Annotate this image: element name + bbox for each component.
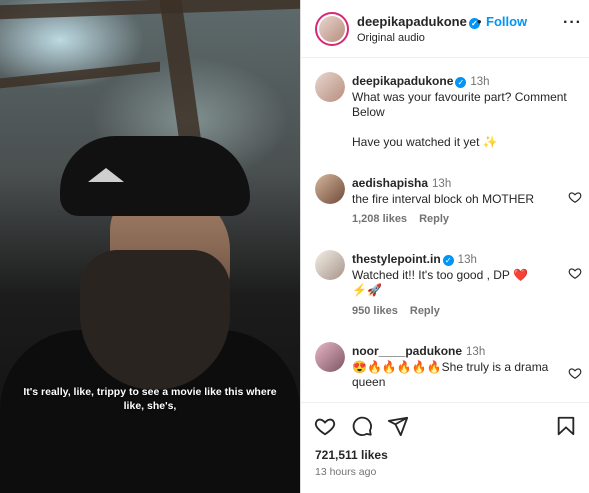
- ceiling-beam: [0, 61, 160, 89]
- post-actions: 721,511 likes 13 hours ago: [301, 402, 589, 493]
- comment-username[interactable]: aedishapisha: [352, 176, 428, 190]
- verified-icon: ✓: [455, 77, 467, 88]
- comment-body: the fire interval block oh MOTHER: [352, 192, 535, 206]
- comment-username[interactable]: thestylepoint.in: [352, 252, 441, 266]
- like-icon[interactable]: [314, 415, 336, 437]
- video-caption: It's really, like, trippy to see a movie…: [23, 386, 277, 412]
- avatar[interactable]: [315, 342, 345, 372]
- avatar[interactable]: [315, 72, 345, 102]
- comment-likes[interactable]: 1,208 likes: [352, 213, 407, 225]
- comment-time: 13h: [457, 254, 477, 266]
- follow-button[interactable]: Follow: [486, 14, 527, 29]
- caption-body-2: Have you watched it yet ✨: [352, 135, 498, 149]
- comment-icon[interactable]: [351, 415, 373, 437]
- post-panel: deepikapadukone ✓ • Follow Original audio…: [300, 0, 589, 493]
- comment-text: thestylepoint.in ✓ 13h Watched it!! It's t…: [352, 252, 570, 298]
- more-options-icon[interactable]: ···: [563, 14, 582, 32]
- video-player[interactable]: It's really, like, trippy to see a movie…: [0, 0, 300, 493]
- like-comment-icon[interactable]: [568, 190, 582, 204]
- caption-text: deepikapadukone ✓ 13h What was your favour…: [352, 74, 570, 150]
- author-avatar[interactable]: [315, 12, 349, 46]
- comment-text: noor____padukone 13h 😍🔥🔥🔥🔥🔥She truly is a…: [352, 344, 570, 390]
- comment-body: 😍🔥🔥🔥🔥🔥She truly is a drama queen: [352, 360, 549, 389]
- comment-text: aedishapisha 13h the fire interval block …: [352, 176, 570, 207]
- verified-icon: ✓: [442, 255, 454, 266]
- comment-body: Watched it!! It's too good , DP ❤️: [352, 268, 528, 282]
- post-header: deepikapadukone ✓ • Follow Original audio…: [301, 0, 589, 58]
- comment-time: 13h: [432, 178, 452, 190]
- save-bookmark-icon[interactable]: [555, 415, 577, 437]
- like-comment-icon[interactable]: [568, 366, 582, 380]
- posted-time[interactable]: 13 hours ago: [315, 466, 376, 478]
- comment-username[interactable]: noor____padukone: [352, 344, 462, 358]
- likes-count[interactable]: 721,511 likes: [315, 448, 388, 462]
- comment-time: 13h: [466, 346, 486, 358]
- comment-body-2: ⚡🚀: [352, 283, 382, 297]
- ceiling-beam: [159, 0, 203, 150]
- caption-body: What was your favourite part? Comment Be…: [352, 90, 567, 119]
- like-comment-icon[interactable]: [568, 266, 582, 280]
- reply-button[interactable]: Reply: [410, 305, 440, 317]
- separator-dot: •: [477, 14, 482, 29]
- avatar[interactable]: [315, 174, 345, 204]
- audio-label[interactable]: Original audio: [357, 32, 425, 44]
- comment-meta: 950 likes Reply: [352, 305, 452, 317]
- author-username[interactable]: deepikapadukone: [357, 14, 467, 29]
- comment-meta: 1,208 likes Reply: [352, 213, 461, 225]
- comment-username[interactable]: deepikapadukone: [352, 74, 453, 88]
- avatar[interactable]: [315, 250, 345, 280]
- ceiling-beam: [0, 0, 300, 20]
- comments-list[interactable]: deepikapadukone ✓ 13h What was your favour…: [301, 58, 589, 402]
- comment-time: 13h: [470, 76, 490, 88]
- comment-likes[interactable]: 950 likes: [352, 305, 398, 317]
- author-username-row[interactable]: deepikapadukone ✓: [357, 14, 480, 29]
- reply-button[interactable]: Reply: [419, 213, 449, 225]
- cap-logo-icon: [88, 168, 124, 182]
- share-icon[interactable]: [387, 415, 409, 437]
